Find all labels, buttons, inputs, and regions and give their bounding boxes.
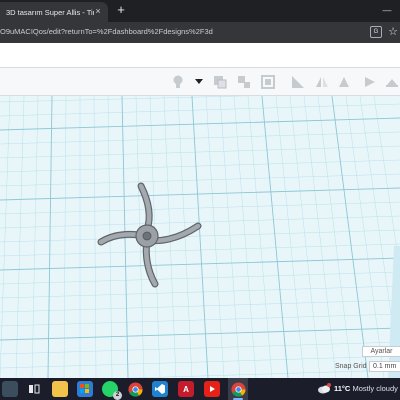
weather-cloud-icon[interactable] [316, 381, 332, 397]
url-text[interactable]: O9uMACIQos/edit?returnTo=%2Fdashboard%2F… [0, 27, 213, 36]
group-icon[interactable] [212, 74, 228, 90]
minimize-window-button[interactable]: — [374, 0, 400, 20]
chrome-icon[interactable] [127, 381, 143, 397]
browser-tab-active[interactable]: 3D tasarım Super Allis - Tinkercad × [0, 2, 108, 22]
star-icon[interactable]: ☆ [388, 25, 398, 38]
microsoft-store-icon[interactable] [77, 381, 93, 397]
workplane-grid[interactable] [0, 96, 400, 378]
light-bulb-icon[interactable] [170, 74, 186, 90]
mirror-icon[interactable] [314, 74, 330, 90]
whatsapp-badge: 2 [113, 391, 122, 400]
settings-button[interactable]: Ayarlar [362, 346, 400, 357]
file-explorer-icon[interactable] [52, 381, 68, 397]
acrobat-icon[interactable]: A [178, 381, 194, 397]
snap-grid-select[interactable]: 0.1 mm [369, 361, 400, 372]
address-bar[interactable]: O9uMACIQos/edit?returnTo=%2Fdashboard%2F… [0, 22, 400, 43]
chevron-down-icon[interactable] [194, 74, 204, 90]
app-header [0, 43, 400, 68]
send-to-icon[interactable] [362, 74, 378, 90]
new-tab-button[interactable]: + [114, 3, 128, 17]
tab-title: 3D tasarım Super Allis - Tinkercad [6, 7, 94, 17]
task-view-icon[interactable] [26, 381, 42, 397]
widget-thumbnail-icon[interactable] [2, 381, 18, 397]
windows-taskbar: 2 A 11°C Mostly cloudy [0, 378, 400, 400]
align-icon[interactable] [260, 74, 276, 90]
tab-close-icon[interactable]: × [93, 6, 103, 16]
snap-grid-label: Snap Grid [335, 363, 367, 370]
chrome-active-icon[interactable] [230, 381, 246, 397]
whatsapp-icon[interactable]: 2 [102, 381, 122, 400]
browser-tab-strip: 3D tasarım Super Allis - Tinkercad × + — [0, 0, 400, 22]
youtube-icon[interactable] [204, 381, 220, 397]
weather-widget[interactable]: 11°C Mostly cloudy [334, 384, 398, 393]
workplane-icon[interactable] [384, 74, 400, 90]
editor-toolbar [0, 68, 400, 96]
weather-temperature: 11°C [334, 384, 351, 393]
spinner-shape[interactable] [95, 180, 207, 290]
ruler-triangle-icon[interactable] [290, 74, 306, 90]
ungroup-icon[interactable] [236, 74, 252, 90]
translate-icon[interactable]: G [370, 26, 382, 38]
weather-condition: Mostly cloudy [352, 384, 398, 393]
duplicate-icon[interactable] [336, 74, 352, 90]
vscode-icon[interactable] [152, 381, 168, 397]
